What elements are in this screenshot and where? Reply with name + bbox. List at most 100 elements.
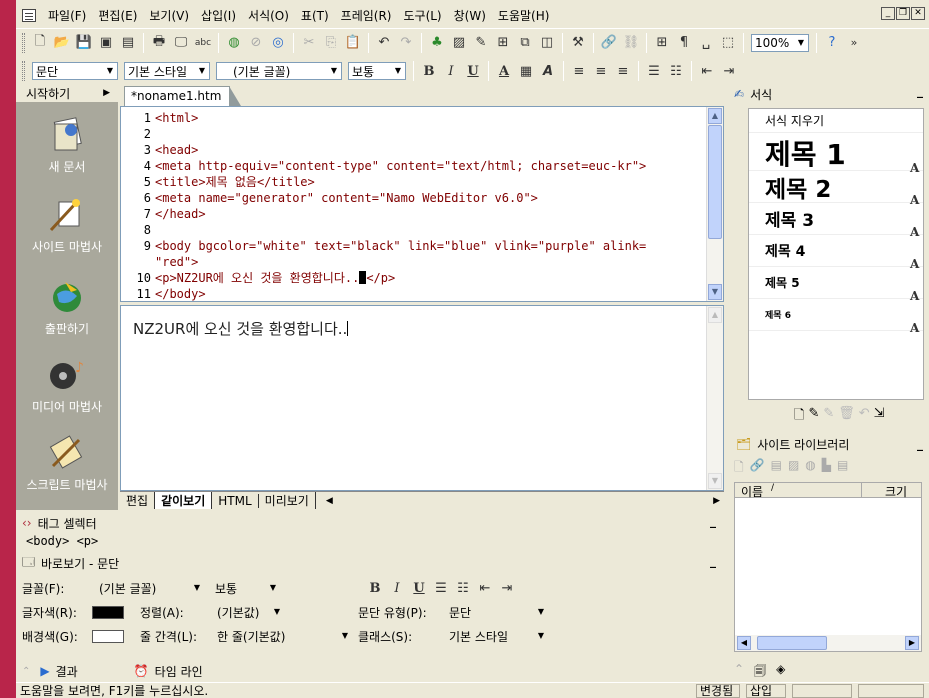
apply-style-icon[interactable]: ⇲ xyxy=(874,406,885,428)
paragraph-marks-icon[interactable]: ¶ xyxy=(674,33,694,53)
numbered-list-icon[interactable]: ☰ xyxy=(431,578,451,598)
script-wizard-button[interactable]: 스크립트 마법사 xyxy=(16,432,118,493)
chevron-left-icon[interactable]: ◀ xyxy=(326,496,333,506)
outdent-icon[interactable]: ⇤ xyxy=(475,578,495,598)
site-icon[interactable]: 🗐 xyxy=(754,662,766,683)
preview-scrollbar[interactable]: ▲ ▼ xyxy=(706,306,723,490)
cut-icon[interactable]: ✂ xyxy=(299,33,319,53)
media-icon[interactable]: ◍ xyxy=(805,458,815,479)
align-left-icon[interactable]: ≡ xyxy=(569,61,589,81)
document-tab[interactable]: *noname1.htm xyxy=(124,86,242,106)
tools-icon[interactable]: ⚒ xyxy=(568,33,588,53)
publish-button[interactable]: 출판하기 xyxy=(16,276,118,337)
clear-format-icon[interactable]: A xyxy=(538,61,558,81)
menu-tools[interactable]: 도구(L) xyxy=(397,7,447,24)
stop-icon[interactable]: ⊘ xyxy=(246,33,266,53)
help-icon[interactable]: ? xyxy=(822,33,842,53)
bullet-list-icon[interactable]: ☷ xyxy=(453,578,473,598)
menu-format[interactable]: 서식(O) xyxy=(242,7,295,24)
chevron-right-icon[interactable]: ▶ xyxy=(713,496,720,506)
html-code-pane[interactable]: 1 2 3 4 5 6 7 8 9 10 11 <html> <head> <m… xyxy=(120,106,724,302)
new-document-icon[interactable]: 🗋 xyxy=(30,33,50,53)
spacing-select[interactable]: 한 줄(기본값) ▼ xyxy=(213,627,353,645)
hyperlink-icon[interactable]: 🔗 xyxy=(599,33,619,53)
bold-button[interactable]: B xyxy=(419,61,439,81)
minimize-icon[interactable]: _ xyxy=(917,437,923,451)
para-type-select[interactable]: 문단 ▼ xyxy=(445,603,549,621)
props-italic-button[interactable]: I xyxy=(387,578,407,598)
font-select[interactable]: (기본 글꼴) ▼ xyxy=(216,62,342,80)
tab-timeline[interactable]: 타임 라인 xyxy=(155,663,203,680)
toolbar-grip[interactable] xyxy=(22,32,25,53)
scroll-up-icon[interactable]: ▲ xyxy=(708,108,722,124)
publish-icon[interactable]: ◍ xyxy=(224,33,244,53)
chevron-up-icon[interactable]: ⌃ xyxy=(734,662,744,683)
modify-style-icon[interactable]: ✎ xyxy=(823,406,834,428)
image-icon[interactable]: ▨ xyxy=(788,458,799,479)
italic-button[interactable]: I xyxy=(441,61,461,81)
underline-button[interactable]: U xyxy=(463,61,483,81)
insert-frame-icon[interactable]: ◫ xyxy=(537,33,557,53)
library-hscroll[interactable]: ◀ ▶ xyxy=(735,635,921,651)
page-icon[interactable]: ▤ xyxy=(771,458,782,479)
scroll-down-icon[interactable]: ▼ xyxy=(708,284,722,300)
library-list[interactable]: 이름 ∕ 크기 ◀ ▶ xyxy=(734,482,922,652)
col-name[interactable]: 이름 xyxy=(741,483,763,500)
copy-icon[interactable]: ⎘ xyxy=(321,33,341,53)
style-heading-2[interactable]: 제목 2 xyxy=(749,171,923,203)
code-text[interactable]: <html> <head> <meta http-equiv="content-… xyxy=(155,110,705,301)
style-select[interactable]: 기본 스타일 ▼ xyxy=(124,62,210,80)
insert-layer-icon[interactable]: ⧉ xyxy=(515,33,535,53)
bullet-list-icon[interactable]: ☷ xyxy=(666,61,686,81)
minimize-icon[interactable]: _ xyxy=(710,554,716,568)
paste-icon[interactable]: 📋 xyxy=(343,33,363,53)
browser-preview-icon[interactable]: ◎ xyxy=(268,33,288,53)
text-color-swatch[interactable] xyxy=(92,605,124,619)
restore-icon[interactable]: ❐ xyxy=(896,7,910,20)
col-size[interactable]: 크기 xyxy=(885,483,907,500)
minimize-icon[interactable]: _ xyxy=(710,514,716,528)
align-center-icon[interactable]: ≡ xyxy=(591,61,611,81)
size-select[interactable]: 보통 ▼ xyxy=(348,62,406,80)
open-folder-icon[interactable]: 📂 xyxy=(52,33,72,53)
object-icon[interactable]: ◈ xyxy=(776,662,785,683)
chart-icon[interactable]: ▙ xyxy=(822,458,831,479)
show-grid-icon[interactable]: ⊞ xyxy=(652,33,672,53)
redo-icon[interactable]: ↷ xyxy=(396,33,416,53)
menu-window[interactable]: 창(W) xyxy=(448,7,492,24)
scroll-thumb[interactable] xyxy=(757,636,827,650)
menu-edit[interactable]: 편집(E) xyxy=(92,7,143,24)
props-size-select[interactable]: 보통 ▼ xyxy=(211,579,281,597)
chevron-up-icon[interactable]: ⌃ xyxy=(22,666,30,677)
site-wizard-button[interactable]: 사이트 마법사 xyxy=(16,194,118,255)
show-borders-icon[interactable]: ⬚ xyxy=(718,33,738,53)
menu-table[interactable]: 표(T) xyxy=(295,7,335,24)
insert-table-icon[interactable]: ⊞ xyxy=(493,33,513,53)
tab-preview[interactable]: 미리보기 xyxy=(259,492,316,509)
style-clear[interactable]: 서식 지우기 xyxy=(749,109,923,133)
style-heading-1[interactable]: 제목 1 xyxy=(749,135,923,171)
menu-help[interactable]: 도움말(H) xyxy=(492,7,556,24)
highlight-color-icon[interactable]: ▦ xyxy=(516,61,536,81)
style-heading-3[interactable]: 제목 3 xyxy=(749,203,923,235)
doc-icon[interactable]: ▤ xyxy=(837,458,848,479)
save-all-icon[interactable]: ▣ xyxy=(96,33,116,53)
print-icon[interactable]: 🖶 xyxy=(149,33,169,53)
tab-split[interactable]: 같이보기 xyxy=(155,492,213,509)
edit-style-icon[interactable]: ✎ xyxy=(808,406,819,428)
menu-view[interactable]: 보기(V) xyxy=(143,7,195,24)
wysiwyg-pane[interactable]: NZ2UR에 오신 것을 환영합니다.. ▲ ▼ xyxy=(120,305,724,491)
class-select[interactable]: 기본 스타일 ▼ xyxy=(445,627,549,645)
text-color-icon[interactable]: A xyxy=(494,61,514,81)
insert-tree-icon[interactable]: ♣ xyxy=(427,33,447,53)
save-icon[interactable]: 💾 xyxy=(74,33,94,53)
indent-icon[interactable]: ⇥ xyxy=(719,61,739,81)
style-heading-5[interactable]: 제목 5 xyxy=(749,267,923,299)
print-preview-icon[interactable]: 🖵 xyxy=(171,33,191,53)
toolbar-overflow-icon[interactable]: » xyxy=(844,33,864,53)
add-icon[interactable]: 🗋 xyxy=(734,458,744,479)
numbered-list-icon[interactable]: ☰ xyxy=(644,61,664,81)
minimize-icon[interactable]: _ xyxy=(917,84,923,98)
insert-form-icon[interactable]: ✎ xyxy=(471,33,491,53)
style-heading-4[interactable]: 제목 4 xyxy=(749,235,923,267)
